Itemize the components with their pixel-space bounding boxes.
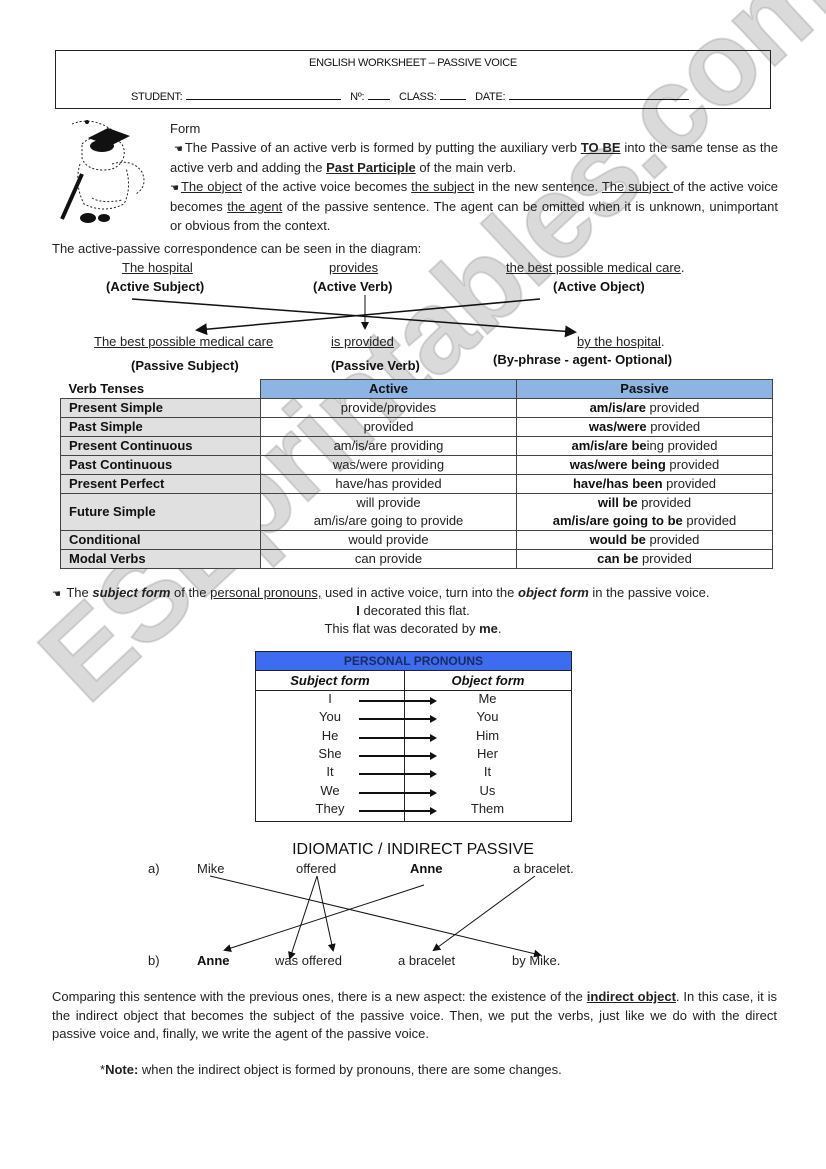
row-b-word: a bracelet: [398, 953, 456, 968]
note: *Note: when the indirect object is forme…: [100, 1062, 562, 1077]
arrow-anne-to-anne: [223, 884, 425, 952]
closing-paragraph: Comparing this sentence with the previou…: [52, 989, 777, 1041]
idiomatic-arrows: [209, 875, 542, 960]
row-b-word: by Mike.: [512, 953, 561, 968]
row-b-label: b): [148, 953, 160, 968]
row-b-word: Anne: [197, 953, 230, 968]
arrow-offered-to-was: [288, 875, 318, 960]
indirect-object-keyword: indirect object: [586, 989, 676, 1004]
arrow-mike-to-by-mike: [209, 875, 542, 958]
arrow-offered-to-offered: [316, 875, 336, 952]
row-b-word: was offered: [275, 953, 342, 968]
arrow-bracelet-to-bracelet: [432, 875, 536, 952]
